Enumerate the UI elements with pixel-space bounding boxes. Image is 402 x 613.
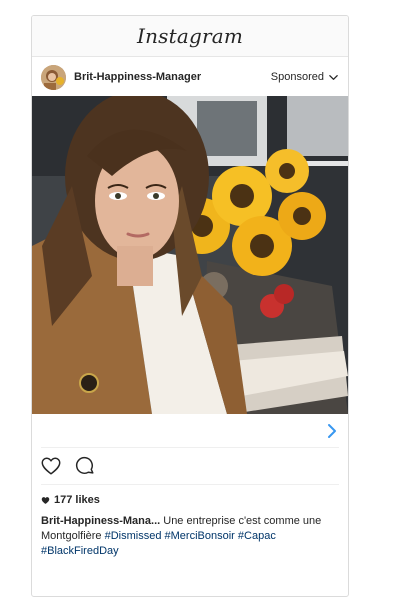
link-row[interactable]	[32, 416, 348, 446]
avatar[interactable]	[41, 64, 66, 90]
post-card: Instagram Brit-Happiness-Manager Sponsor…	[31, 15, 349, 597]
post-photo[interactable]	[32, 96, 348, 414]
post-caption: Brit-Happiness-Mana... Une entreprise c'…	[41, 514, 339, 559]
top-bar: Instagram	[32, 16, 348, 57]
likes-count[interactable]: 177 likes	[41, 494, 100, 506]
post-header: Brit-Happiness-Manager Sponsored	[32, 57, 348, 97]
hashtag-link[interactable]: #BlackFiredDay	[41, 545, 119, 557]
hashtag-link[interactable]: #MerciBonsoir	[165, 530, 235, 542]
chevron-down-icon	[329, 74, 338, 80]
post-username[interactable]: Brit-Happiness-Manager	[74, 71, 201, 83]
heart-outline-icon[interactable]	[40, 455, 62, 477]
divider	[41, 484, 339, 485]
chevron-right-icon[interactable]	[326, 423, 338, 439]
hashtag-link[interactable]: #Capac	[238, 530, 276, 542]
sponsored-menu[interactable]: Sponsored	[271, 71, 339, 83]
caption-username[interactable]: Brit-Happiness-Mana...	[41, 515, 160, 527]
action-bar	[40, 451, 96, 481]
comment-bubble-icon[interactable]	[74, 455, 96, 477]
divider	[41, 447, 339, 448]
likes-label: 177 likes	[54, 494, 100, 506]
sponsored-label: Sponsored	[270, 71, 324, 83]
heart-filled-icon	[41, 496, 50, 504]
hashtag-link[interactable]: #Dismissed	[105, 530, 162, 542]
instagram-logo[interactable]: Instagram	[137, 24, 243, 48]
